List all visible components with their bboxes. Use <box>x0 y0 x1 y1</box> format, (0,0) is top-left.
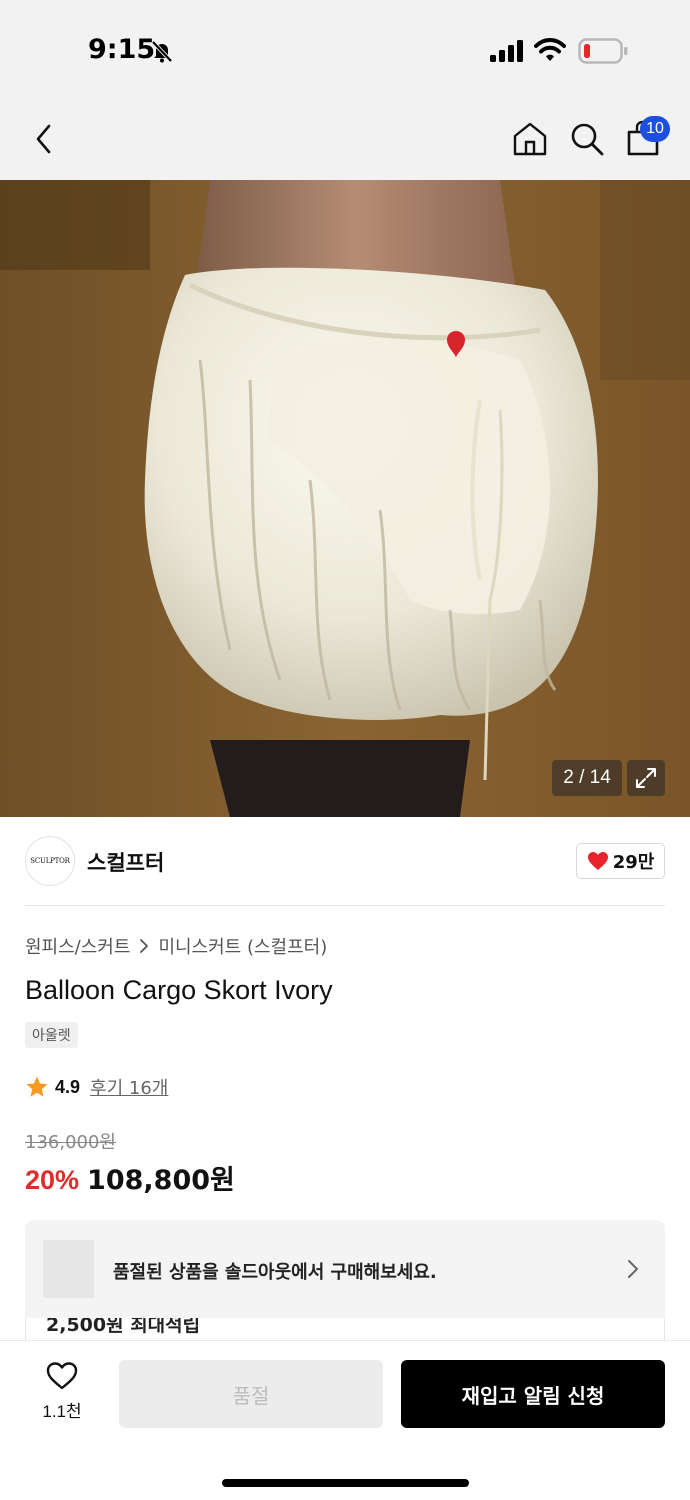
bell-off-icon <box>151 40 173 63</box>
image-counter: 2 / 14 <box>552 760 622 796</box>
soldout-button[interactable]: 품절 <box>119 1360 383 1428</box>
product-photo <box>0 180 690 817</box>
original-price: 136,000원 <box>25 1132 116 1153</box>
breadcrumb-subcategory[interactable]: 미니스커트 (스컬프터) <box>158 933 327 959</box>
product-title: Balloon Cargo Skort Ivory <box>25 975 333 1005</box>
cellular-signal-icon <box>490 40 523 62</box>
wifi-icon <box>534 38 566 61</box>
back-arrow-icon[interactable] <box>30 122 58 156</box>
breadcrumb: 원피스/스커트 미니스커트 (스컬프터) <box>25 933 327 959</box>
chevron-right-icon <box>140 939 149 953</box>
discount-rate: 20% <box>25 1165 80 1195</box>
star-icon <box>26 1076 48 1097</box>
outlet-tag: 아울렛 <box>25 1022 78 1048</box>
rating-value: 4.9 <box>55 1076 81 1097</box>
price-row: 20% 108,800원 <box>25 1158 235 1197</box>
home-indicator <box>222 1479 469 1487</box>
wishlist-count: 1.1천 <box>42 1402 82 1421</box>
soldout-banner[interactable]: 품절된 상품을 솔드아웃에서 구매해보세요. <box>25 1220 665 1318</box>
sale-price: 108,800원 <box>87 1165 235 1196</box>
status-bar: 9:15 <box>0 0 690 100</box>
review-link[interactable]: 후기 16개 <box>90 1074 168 1100</box>
restock-alert-button[interactable]: 재입고 알림 신청 <box>401 1360 665 1428</box>
expand-icon <box>636 768 656 788</box>
expand-image-button[interactable] <box>627 760 665 796</box>
heart-outline-icon <box>46 1362 78 1390</box>
brand-row[interactable]: SCULPTOR 스컬프터 29만 <box>25 836 665 886</box>
home-icon[interactable] <box>511 120 549 158</box>
search-icon[interactable] <box>568 120 606 158</box>
battery-low-icon <box>578 38 628 64</box>
soldout-thumbnail <box>43 1240 94 1298</box>
brand-like-count: 29만 <box>612 852 655 873</box>
brand-like-button[interactable]: 29만 <box>576 843 665 879</box>
brand-logo[interactable]: SCULPTOR <box>25 836 75 886</box>
chevron-right-icon <box>628 1260 638 1278</box>
navigation-bar: 10 <box>0 100 690 180</box>
product-image[interactable] <box>0 180 690 817</box>
bottom-action-bar: 1.1천 품절 재입고 알림 신청 <box>0 1340 690 1500</box>
divider <box>25 905 665 906</box>
status-time: 9:15 <box>88 34 156 65</box>
breadcrumb-category[interactable]: 원피스/스커트 <box>25 933 130 959</box>
benefit-text: 2,500원 최대적립 <box>46 1318 201 1336</box>
brand-logo-text: SCULPTOR <box>30 857 70 865</box>
heart-filled-icon <box>587 852 608 870</box>
cart-count-badge: 10 <box>640 116 670 142</box>
wishlist-button[interactable]: 1.1천 <box>30 1361 94 1431</box>
rating-row: 4.9 후기 16개 <box>25 1074 168 1100</box>
brand-name[interactable]: 스컬프터 <box>87 847 164 877</box>
benefit-section: 2,500원 최대적립 <box>25 1318 665 1340</box>
soldout-banner-text: 품절된 상품을 솔드아웃에서 구매해보세요. <box>113 1262 437 1283</box>
